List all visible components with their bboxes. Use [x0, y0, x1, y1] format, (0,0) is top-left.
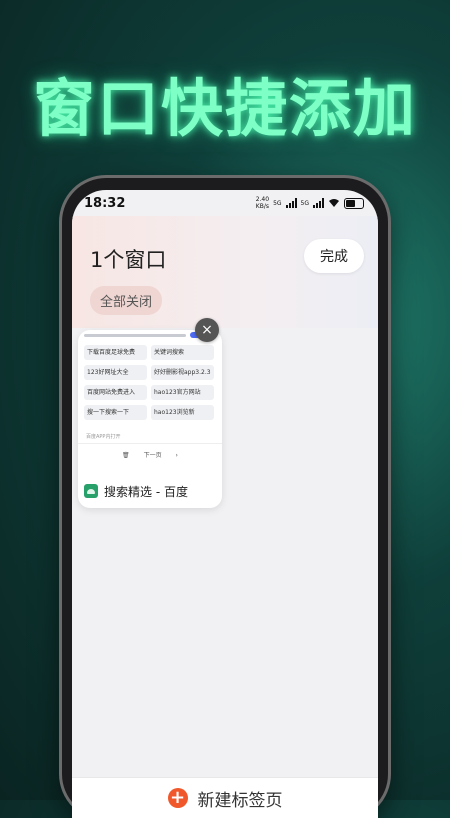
preview-link: hao123浏览新: [151, 405, 214, 420]
open-app-hint: 百度APP内打开: [86, 434, 121, 440]
preview-link: 好好删影视app3.2.3: [151, 365, 214, 380]
tab-title: 搜索精选 - 百度: [104, 484, 188, 499]
new-tab-label: 新建标签页: [197, 790, 283, 811]
done-button[interactable]: 完成: [304, 239, 364, 273]
tab-footer: 搜索精选 - 百度: [78, 478, 222, 504]
wifi-icon: [329, 199, 339, 207]
preview-pager: 🗑 下一页 ›: [78, 450, 222, 459]
close-all-button[interactable]: 全部关闭: [90, 286, 163, 315]
preview-link: 百度网站免费进入: [84, 385, 147, 400]
status-bar: 18:32 2.40 KB/s 5G 5G: [72, 190, 378, 216]
sim1-label: 5G: [273, 199, 282, 207]
network-speed-unit: KB/s: [255, 203, 269, 210]
new-tab-bar[interactable]: + 新建标签页: [72, 777, 378, 818]
phone-screen: 18:32 2.40 KB/s 5G 5G 1个窗口 完成 全部关闭 下载百度足…: [72, 190, 378, 818]
tab-card[interactable]: 下载百度足球免费 关键词搜索 123好网址大全 好好删影视app3.2.3 百度…: [78, 330, 222, 508]
window-count-title: 1个窗口: [90, 248, 167, 272]
network-speed: 2.40 KB/s: [256, 196, 269, 210]
preview-link: 关键词搜索: [151, 345, 214, 360]
preview-link: hao123官方网站: [151, 385, 214, 400]
plus-icon: +: [167, 788, 188, 808]
phone-frame: 18:32 2.40 KB/s 5G 5G 1个窗口 完成 全部关闭 下载百度足…: [62, 178, 388, 818]
preview-link: 下载百度足球免费: [84, 345, 147, 360]
promo-headline: 窗口快捷添加: [32, 72, 417, 145]
close-tab-icon[interactable]: ×: [195, 318, 219, 342]
sim2-label: 5G: [300, 199, 309, 207]
status-time: 18:32: [84, 195, 126, 211]
battery-icon: [344, 197, 364, 209]
chevron-right-icon: ›: [175, 452, 178, 459]
preview-link-grid: 下载百度足球免费 关键词搜索 123好网址大全 好好删影视app3.2.3 百度…: [84, 345, 216, 420]
window-panel-header: 1个窗口 完成 全部关闭: [72, 216, 378, 328]
trash-icon: 🗑: [122, 452, 130, 459]
network-speed-value: 2.40: [255, 196, 270, 203]
preview-divider: [78, 443, 222, 444]
preview-link: 搜一下搜索一下: [84, 405, 147, 420]
pager-next-label: 下一页: [143, 452, 162, 459]
preview-search-input: [84, 333, 186, 337]
signal-icon: [285, 198, 297, 208]
status-icons: 2.40 KB/s 5G 5G: [256, 196, 364, 210]
site-favicon-icon: [84, 484, 98, 498]
preview-link: 123好网址大全: [84, 365, 147, 380]
signal-icon-2: [313, 198, 324, 208]
